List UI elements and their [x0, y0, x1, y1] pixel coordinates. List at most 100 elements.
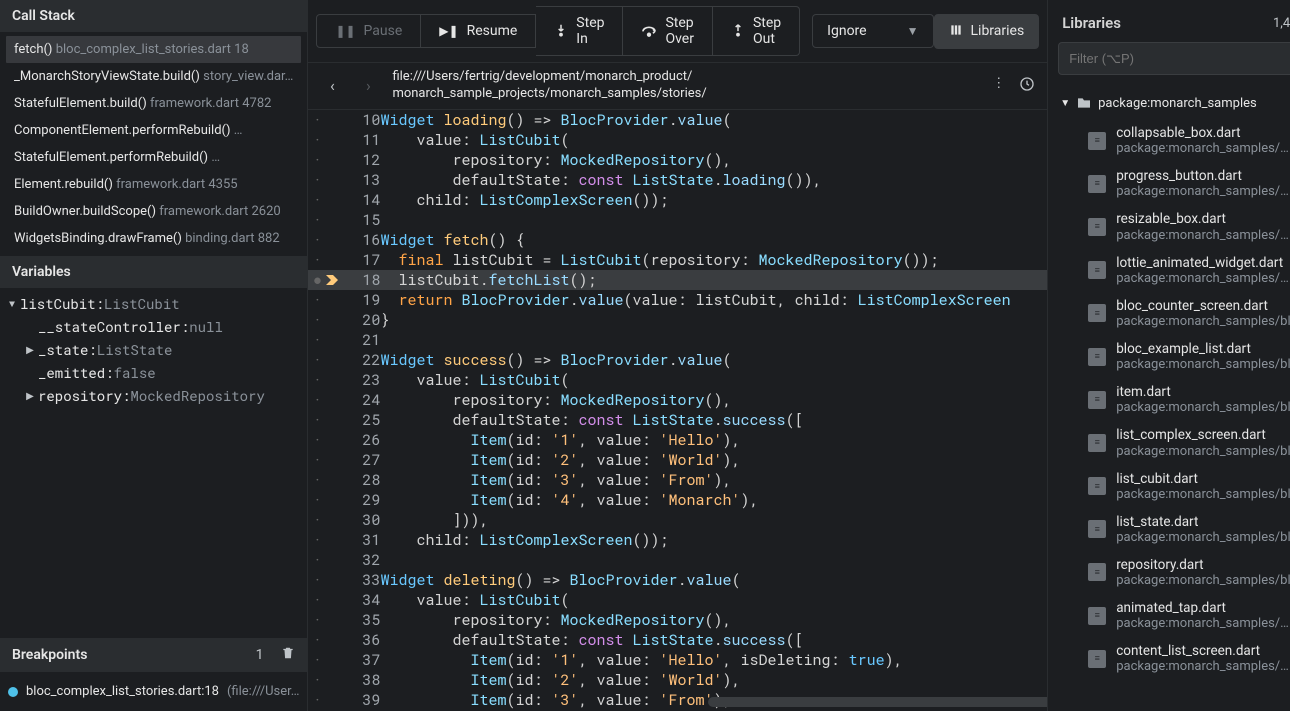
chevron-down-icon: ▼: [1060, 98, 1070, 109]
resume-button[interactable]: ▶❚ Resume: [421, 14, 536, 48]
expand-right-icon[interactable]: ▶: [24, 389, 36, 402]
history-icon[interactable]: [1019, 76, 1035, 96]
stack-frame[interactable]: _MonarchStoryViewState.build() story_vie…: [6, 63, 301, 90]
file-icon: ≡: [1088, 348, 1106, 366]
stack-frame[interactable]: StatefulElement.build() framework.dart 4…: [6, 90, 301, 117]
stack-frame[interactable]: fetch() bloc_complex_list_stories.dart 1…: [6, 36, 301, 63]
libraries-filter-input[interactable]: [1058, 42, 1290, 75]
code-line[interactable]: ·31 child: ListComplexScreen());: [308, 530, 1047, 550]
code-line[interactable]: ·27 Item(id: '2', value: 'World'),: [308, 450, 1047, 470]
stack-frame[interactable]: StatefulElement.performRebuild() …: [6, 144, 301, 171]
folder-icon: [1076, 95, 1092, 111]
code-line[interactable]: ·19 return BlocProvider.value(value: lis…: [308, 290, 1047, 310]
step-in-label: Step In: [576, 15, 604, 47]
stack-frame[interactable]: BuildOwner.buildScope() framework.dart 2…: [6, 198, 301, 225]
file-path-line2: monarch_sample_projects/monarch_samples/…: [392, 86, 980, 103]
libraries-button[interactable]: Libraries: [934, 14, 1040, 49]
file-icon: ≡: [1088, 304, 1106, 322]
code-line[interactable]: ·11 value: ListCubit(: [308, 130, 1047, 150]
breakpoint-row[interactable]: bloc_complex_list_stories.dart:18 (file:…: [8, 678, 299, 705]
code-line[interactable]: ·15: [308, 210, 1047, 230]
code-line[interactable]: ·28 Item(id: '3', value: 'From'),: [308, 470, 1047, 490]
libraries-tree[interactable]: ▼ package:monarch_samples ≡collapsable_b…: [1048, 83, 1290, 711]
file-icon: ≡: [1088, 218, 1106, 236]
file-icon: ≡: [1088, 434, 1106, 452]
step-over-label: Step Over: [665, 15, 694, 47]
code-line[interactable]: ·21: [308, 330, 1047, 350]
nav-forward-icon: ›: [356, 74, 380, 98]
variable-row[interactable]: ▶repository: MockedRepository: [6, 384, 301, 407]
code-line[interactable]: ·17 final listCubit = ListCubit(reposito…: [308, 250, 1047, 270]
code-line[interactable]: ·32: [308, 550, 1047, 570]
code-line[interactable]: ·38 Item(id: '2', value: 'World'),: [308, 670, 1047, 690]
expand-down-icon[interactable]: ▼: [6, 297, 18, 311]
code-line[interactable]: ·22Widget success() => BlocProvider.valu…: [308, 350, 1047, 370]
libraries-panel: Libraries 1,451 ▼ package:monarch_sample…: [1047, 0, 1290, 711]
code-line[interactable]: ·25 defaultState: const ListState.succes…: [308, 410, 1047, 430]
horizontal-scrollbar[interactable]: [708, 697, 1047, 707]
code-line[interactable]: ·23 value: ListCubit(: [308, 370, 1047, 390]
variables-header: Variables: [0, 256, 307, 288]
file-icon: ≡: [1088, 563, 1106, 581]
library-file-row[interactable]: ≡list_cubit.dartpackage:monarch_samples/…: [1058, 465, 1290, 508]
library-icon: [949, 23, 963, 40]
step-out-button[interactable]: Step Out: [713, 6, 800, 56]
code-line[interactable]: ●18 listCubit.fetchList();: [308, 270, 1047, 290]
variable-row[interactable]: _emitted: false: [6, 361, 301, 384]
code-line[interactable]: ·30 ])),: [308, 510, 1047, 530]
step-over-button[interactable]: Step Over: [623, 6, 713, 56]
libraries-count: 1,451: [1273, 16, 1290, 31]
library-file-row[interactable]: ≡list_complex_screen.dartpackage:monarch…: [1058, 421, 1290, 464]
code-line[interactable]: ·29 Item(id: '4', value: 'Monarch'),: [308, 490, 1047, 510]
variable-row[interactable]: ▶_state: ListState: [6, 338, 301, 361]
variable-row[interactable]: ▼listCubit: ListCubit: [6, 292, 301, 315]
stack-frame[interactable]: ComponentElement.performRebuild() …: [6, 117, 301, 144]
code-line[interactable]: ·34 value: ListCubit(: [308, 590, 1047, 610]
step-in-button[interactable]: Step In: [536, 6, 623, 56]
expand-right-icon[interactable]: ▶: [24, 343, 36, 356]
file-path: file:///Users/fertrig/development/monarc…: [392, 69, 980, 103]
code-line[interactable]: ·33Widget deleting() => BlocProvider.val…: [308, 570, 1047, 590]
package-row[interactable]: ▼ package:monarch_samples: [1058, 87, 1290, 119]
nav-back-icon[interactable]: ‹: [320, 74, 344, 98]
library-file-row[interactable]: ≡content_list_screen.dartpackage:monarch…: [1058, 637, 1290, 680]
code-line[interactable]: ·16Widget fetch() {: [308, 230, 1047, 250]
library-file-row[interactable]: ≡progress_button.dartpackage:monarch_sam…: [1058, 162, 1290, 205]
resume-label: Resume: [467, 23, 518, 39]
library-file-row[interactable]: ≡animated_tap.dartpackage:monarch_sample…: [1058, 594, 1290, 637]
step-out-icon: [731, 23, 745, 40]
libraries-header: Libraries 1,451: [1048, 0, 1290, 42]
breakpoints-title: Breakpoints: [12, 647, 87, 663]
library-file-row[interactable]: ≡resizable_box.dartpackage:monarch_sampl…: [1058, 205, 1290, 248]
code-line[interactable]: ·13 defaultState: const ListState.loadin…: [308, 170, 1047, 190]
more-icon[interactable]: ⋮: [992, 76, 1005, 96]
pause-button: ❚❚ Pause: [316, 14, 421, 48]
library-file-row[interactable]: ≡list_state.dartpackage:monarch_samples/…: [1058, 508, 1290, 551]
file-path-line1: file:///Users/fertrig/development/monarc…: [392, 69, 980, 86]
variable-row[interactable]: __stateController: null: [6, 315, 301, 338]
library-file-row[interactable]: ≡collapsable_box.dartpackage:monarch_sam…: [1058, 119, 1290, 162]
library-file-row[interactable]: ≡bloc_counter_screen.dartpackage:monarch…: [1058, 292, 1290, 335]
code-line[interactable]: ·10Widget loading() => BlocProvider.valu…: [308, 110, 1047, 130]
ignore-dropdown[interactable]: Ignore ▼: [812, 14, 933, 48]
library-file-row[interactable]: ≡repository.dartpackage:monarch_samples/…: [1058, 551, 1290, 594]
breakpoints-clear-icon[interactable]: [281, 646, 295, 664]
code-line[interactable]: ·12 repository: MockedRepository(),: [308, 150, 1047, 170]
code-line[interactable]: ·24 repository: MockedRepository(),: [308, 390, 1047, 410]
code-line[interactable]: ·36 defaultState: const ListState.succes…: [308, 630, 1047, 650]
code-editor[interactable]: ·10Widget loading() => BlocProvider.valu…: [308, 110, 1047, 711]
stack-frame[interactable]: WidgetsBinding.drawFrame() binding.dart …: [6, 225, 301, 252]
call-stack-section: Call Stack fetch() bloc_complex_list_sto…: [0, 0, 307, 256]
library-file-row[interactable]: ≡bloc_example_list.dartpackage:monarch_s…: [1058, 335, 1290, 378]
code-line[interactable]: ·14 child: ListComplexScreen());: [308, 190, 1047, 210]
library-file-row[interactable]: ≡item.dartpackage:monarch_samples/blo…: [1058, 378, 1290, 421]
stack-frame[interactable]: Element.rebuild() framework.dart 4355: [6, 171, 301, 198]
code-line[interactable]: ·37 Item(id: '1', value: 'Hello', isDele…: [308, 650, 1047, 670]
breakpoints-header: Breakpoints 1: [0, 638, 307, 672]
library-file-row[interactable]: ≡lottie_animated_widget.dartpackage:mona…: [1058, 249, 1290, 292]
package-name: package:monarch_samples: [1098, 96, 1257, 111]
code-line[interactable]: ·20}: [308, 310, 1047, 330]
debugger-toolbar: ❚❚ Pause ▶❚ Resume Step In Step Over Ste…: [308, 0, 1047, 63]
code-line[interactable]: ·35 repository: MockedRepository(),: [308, 610, 1047, 630]
code-line[interactable]: ·26 Item(id: '1', value: 'Hello'),: [308, 430, 1047, 450]
